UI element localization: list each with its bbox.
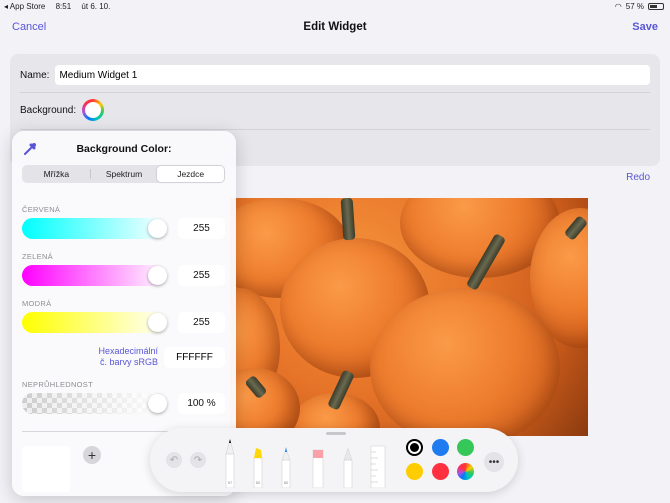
lasso-tool-icon[interactable] bbox=[342, 446, 354, 488]
background-label: Background: bbox=[20, 104, 77, 116]
pen-tool-label: 97 bbox=[228, 480, 233, 485]
page-title: Edit Widget bbox=[303, 21, 367, 33]
color-picker-title: Background Color: bbox=[76, 143, 172, 155]
redo-tool-button[interactable]: ↷ bbox=[190, 452, 206, 468]
pumpkin bbox=[230, 368, 300, 436]
plus-icon: + bbox=[87, 447, 97, 463]
marker-tool-label: 80 bbox=[284, 480, 289, 485]
color-picker-header: Background Color: bbox=[12, 141, 236, 157]
green-value-field[interactable]: 255 bbox=[178, 265, 225, 286]
eraser-tool-icon[interactable] bbox=[312, 446, 324, 488]
tab-spectrum[interactable]: Spektrum bbox=[91, 166, 158, 182]
opacity-gradient bbox=[22, 393, 168, 414]
status-time: 8:51 bbox=[55, 2, 72, 11]
background-row: Background: bbox=[20, 99, 105, 121]
pen-tool-icon[interactable]: 97 bbox=[224, 438, 236, 488]
pumpkin-stem bbox=[340, 198, 356, 241]
picker-mode-tabs: Mřížka Spektrum Jezdce bbox=[22, 165, 225, 183]
markup-toolbar: ↶ ↷ 97 50 80 ••• bbox=[150, 428, 518, 492]
opacity-value-field[interactable]: 100 % bbox=[178, 393, 225, 414]
wifi-icon: ◠ bbox=[614, 2, 622, 11]
divider bbox=[20, 129, 650, 130]
color-wheel-button[interactable] bbox=[457, 463, 474, 480]
add-color-button[interactable]: + bbox=[83, 446, 101, 464]
color-yellow[interactable] bbox=[406, 463, 423, 480]
hex-label-line2: č. barvy sRGB bbox=[99, 357, 158, 367]
undo-button[interactable]: ↶ bbox=[166, 452, 182, 468]
blue-value-field[interactable]: 255 bbox=[178, 312, 225, 333]
color-black-selected[interactable] bbox=[406, 439, 423, 456]
background-color-well[interactable] bbox=[82, 99, 105, 121]
opacity-slider[interactable] bbox=[22, 393, 168, 414]
name-row: Name: bbox=[20, 64, 650, 86]
battery-icon bbox=[648, 3, 664, 10]
highlighter-tool-label: 50 bbox=[256, 480, 261, 485]
color-green[interactable] bbox=[457, 439, 474, 456]
name-label: Name: bbox=[20, 69, 50, 81]
tab-sliders[interactable]: Jezdce bbox=[157, 166, 225, 182]
blue-slider[interactable] bbox=[22, 312, 168, 333]
battery-percent: 57 % bbox=[625, 2, 644, 11]
slider-knob[interactable] bbox=[148, 394, 167, 413]
opacity-slider-label: NEPRŮHLEDNOST bbox=[22, 380, 93, 389]
current-color-swatch[interactable] bbox=[22, 446, 70, 492]
green-slider-label: ZELENÁ bbox=[22, 252, 53, 261]
status-date: út 6. 10. bbox=[81, 2, 111, 11]
color-red[interactable] bbox=[432, 463, 449, 480]
ruler-tool-icon[interactable] bbox=[370, 444, 386, 488]
toolbar-grabber[interactable] bbox=[326, 432, 346, 435]
widget-background-image bbox=[230, 198, 588, 436]
hex-label-line1: Hexadecimální bbox=[98, 346, 158, 356]
slider-knob[interactable] bbox=[148, 266, 167, 285]
selected-color-indicator bbox=[85, 102, 102, 118]
hex-label: Hexadecimální č. barvy sRGB bbox=[72, 346, 158, 368]
tab-grid[interactable]: Mřížka bbox=[23, 166, 90, 182]
divider bbox=[20, 92, 650, 93]
ellipsis-icon: ••• bbox=[488, 456, 500, 468]
undo-icon: ↶ bbox=[169, 454, 179, 466]
pumpkin bbox=[370, 288, 560, 436]
red-slider-label: ČERVENÁ bbox=[22, 205, 61, 214]
redo-button[interactable]: Redo bbox=[626, 172, 650, 183]
marker-tool-icon[interactable]: 80 bbox=[280, 446, 292, 488]
name-field[interactable] bbox=[55, 65, 650, 85]
blue-slider-label: MODRÁ bbox=[22, 299, 52, 308]
green-slider[interactable] bbox=[22, 265, 168, 286]
redo-icon: ↷ bbox=[193, 454, 203, 466]
color-blue[interactable] bbox=[432, 439, 449, 456]
status-bar: ◂ App Store 8:51 út 6. 10. ◠ 57 % bbox=[0, 0, 670, 14]
red-value-field[interactable]: 255 bbox=[178, 218, 225, 239]
back-to-app-store[interactable]: ◂ App Store bbox=[4, 2, 45, 11]
slider-knob[interactable] bbox=[148, 219, 167, 238]
hex-value-field[interactable]: FFFFFF bbox=[164, 347, 225, 368]
highlighter-tool-icon[interactable]: 50 bbox=[252, 446, 264, 488]
more-options-button[interactable]: ••• bbox=[484, 452, 504, 472]
color-dot-fill bbox=[410, 443, 419, 452]
save-button[interactable]: Save bbox=[632, 21, 658, 33]
slider-knob[interactable] bbox=[148, 313, 167, 332]
navigation-bar: Cancel Edit Widget Save bbox=[0, 14, 670, 44]
red-slider[interactable] bbox=[22, 218, 168, 239]
